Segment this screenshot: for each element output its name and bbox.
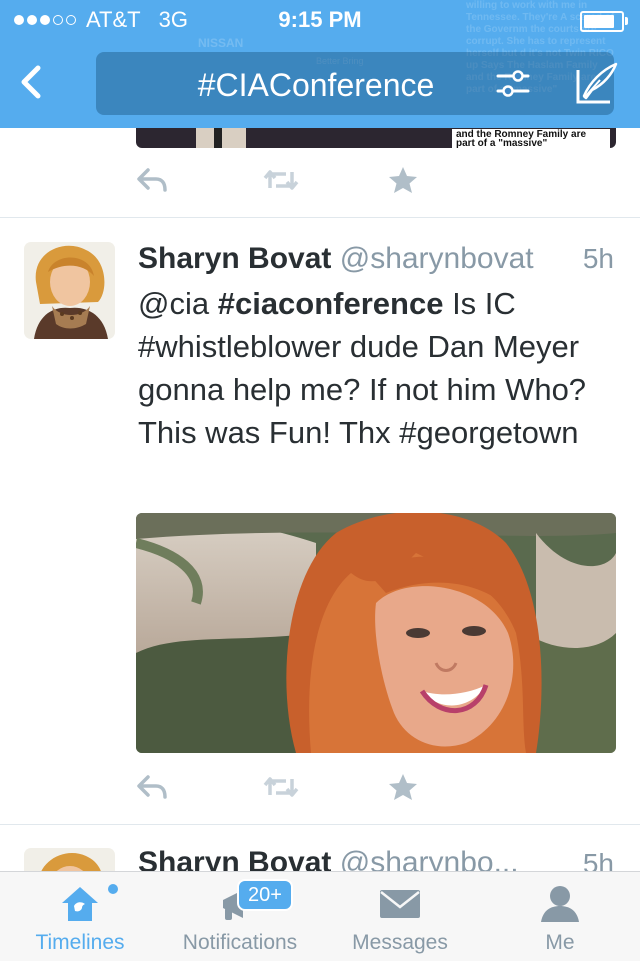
filter-button[interactable] [496, 69, 530, 104]
previous-tweet-image[interactable]: and the Romney Family are part of a "mas… [136, 128, 616, 148]
reply-icon [137, 168, 167, 192]
favorite-button[interactable] [388, 773, 514, 801]
avatar-photo [24, 242, 115, 339]
tab-label: Messages [352, 931, 448, 954]
retweet-button[interactable] [262, 773, 388, 801]
tab-me[interactable]: Me [480, 872, 640, 961]
reply-button[interactable] [136, 166, 262, 194]
display-name: Sharyn Bovat [138, 242, 332, 275]
tab-messages[interactable]: Messages [320, 872, 480, 961]
tweet-text: @cia #ciaconference Is IC #whistleblower… [138, 282, 608, 454]
sliders-icon [496, 70, 530, 97]
nav-header: willing to work with me in Tennessee. Th… [0, 0, 640, 128]
tweet-media-photo[interactable] [136, 513, 616, 753]
selfie-photo [136, 513, 616, 753]
tab-label: Notifications [182, 931, 298, 954]
tab-timelines[interactable]: Timelines [0, 872, 160, 961]
tab-label: Me [545, 931, 575, 954]
tweet-timestamp: 5h [582, 243, 614, 274]
tweet-divider [0, 824, 640, 825]
search-query-text: #CIAConference [197, 67, 435, 103]
retweet-button[interactable] [262, 166, 388, 194]
star-icon [389, 774, 417, 800]
tab-label: Timelines [35, 931, 125, 954]
user-handle: @sharynbovat [339, 242, 534, 275]
compose-button[interactable] [570, 60, 620, 113]
search-query-bar[interactable]: #CIAConference [96, 52, 614, 115]
battery-icon [580, 11, 628, 32]
envelope-icon [380, 890, 420, 918]
retweet-icon [263, 170, 299, 190]
status-time: 9:15 PM [278, 7, 362, 32]
tweet-actions [136, 773, 514, 801]
new-content-dot [108, 884, 118, 894]
tweet-actions [136, 166, 514, 194]
favorite-button[interactable] [388, 166, 514, 194]
reply-button[interactable] [136, 773, 262, 801]
tweet-divider [0, 217, 640, 218]
tweet-author[interactable]: Sharyn Bovat @sharynbovat [138, 242, 534, 276]
star-icon [389, 167, 417, 193]
previous-tweet-image-caption: and the Romney Family are part of a "mas… [452, 129, 610, 148]
image-tie [214, 128, 222, 148]
compose-tweet-icon [576, 62, 618, 104]
retweet-icon [263, 777, 299, 797]
tweet-text-mention: @cia [138, 286, 218, 321]
notifications-badge: 20+ [237, 879, 293, 911]
status-bar: AT&T 3G 9:15 PM [0, 0, 640, 40]
home-icon [62, 887, 98, 921]
back-button[interactable] [14, 62, 54, 102]
person-icon [541, 886, 579, 922]
chevron-left-icon [21, 65, 41, 99]
tab-bar: Timelines Notifications Messages Me [0, 871, 640, 961]
tweet-text-hashtag[interactable]: #ciaconference [218, 286, 444, 321]
avatar[interactable] [24, 242, 115, 339]
reply-icon [137, 775, 167, 799]
